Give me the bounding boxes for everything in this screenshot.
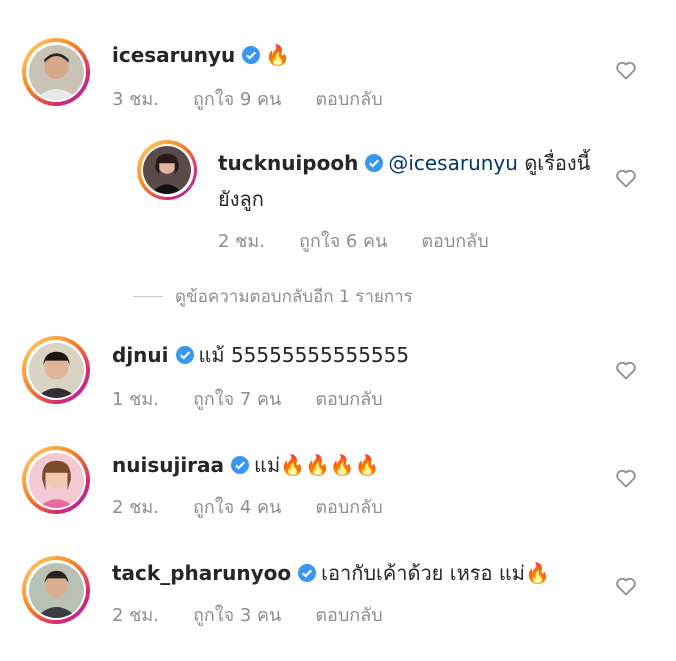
comment-meta: 2 ชม. ถูกใจ 3 คน ตอบกลับ — [112, 600, 417, 629]
comment-text: เอากับเค้าด้วย เหรอ แม่🔥 — [321, 561, 550, 585]
comment-line: djnui แม้ 55555555555555 — [112, 342, 409, 368]
avatar[interactable] — [22, 556, 90, 624]
avatar-photo — [28, 452, 84, 508]
verified-badge-icon — [175, 346, 194, 364]
comment-text: แม้ 55555555555555 — [198, 343, 410, 367]
avatar[interactable] — [137, 140, 197, 200]
view-replies-button[interactable]: ดูข้อความตอบกลับอีก 1 รายการ — [133, 283, 413, 310]
comment-meta: 2 ชม. ถูกใจ 6 คน ตอบกลับ — [218, 226, 523, 255]
heart-icon[interactable] — [614, 58, 638, 82]
comment-text-continued: ยังลูก — [218, 186, 264, 212]
avatar[interactable] — [22, 38, 90, 106]
reply-button[interactable]: ตอบกลับ — [315, 89, 382, 110]
comment-likes[interactable]: ถูกใจ 3 คน — [193, 605, 281, 626]
reply-button[interactable]: ตอบกลับ — [315, 605, 382, 626]
comment-time: 2 ชม. — [218, 231, 265, 252]
reply-button[interactable]: ตอบกลับ — [315, 389, 382, 410]
view-replies-label: ดูข้อความตอบกลับอีก 1 รายการ — [175, 287, 413, 307]
verified-badge-icon — [242, 46, 261, 64]
comment-line: nuisujiraa แม่🔥🔥🔥🔥 — [112, 452, 380, 478]
comment-text: แม่🔥🔥🔥🔥 — [254, 453, 380, 477]
comment-likes[interactable]: ถูกใจ 6 คน — [299, 231, 387, 252]
heart-icon[interactable] — [614, 358, 638, 382]
heart-icon[interactable] — [614, 166, 638, 190]
comment-line: tack_pharunyoo เอากับเค้าด้วย เหรอ แม่🔥 — [112, 560, 550, 586]
username[interactable]: tack_pharunyoo — [112, 561, 291, 585]
comment-time: 2 ชม. — [112, 605, 159, 626]
comment-meta: 2 ชม. ถูกใจ 4 คน ตอบกลับ — [112, 492, 417, 521]
divider — [133, 296, 163, 297]
avatar[interactable] — [22, 336, 90, 404]
avatar-photo — [28, 342, 84, 398]
avatar-photo — [143, 146, 191, 194]
comment-time: 3 ชม. — [112, 89, 159, 110]
heart-icon[interactable] — [614, 466, 638, 490]
username[interactable]: nuisujiraa — [112, 453, 224, 477]
comment-likes[interactable]: ถูกใจ 9 คน — [193, 89, 281, 110]
mention-link[interactable]: @icesarunyu — [388, 151, 518, 175]
comment-meta: 3 ชม. ถูกใจ 9 คน ตอบกลับ — [112, 84, 417, 113]
reply-button[interactable]: ตอบกลับ — [315, 497, 382, 518]
reply-button[interactable]: ตอบกลับ — [421, 231, 488, 252]
comment-text: ดูเรื่องนี้ — [524, 151, 591, 175]
verified-badge-icon — [231, 456, 250, 474]
heart-icon[interactable] — [614, 574, 638, 598]
avatar-photo — [28, 562, 84, 618]
username[interactable]: icesarunyu — [112, 43, 235, 67]
verified-badge-icon — [365, 154, 384, 172]
comment-line: icesarunyu 🔥 — [112, 42, 290, 68]
verified-badge-icon — [298, 564, 317, 582]
comment-text-line2: ยังลูก — [218, 187, 264, 211]
username[interactable]: djnui — [112, 343, 169, 367]
comment-line: tucknuipooh @icesarunyu ดูเรื่องนี้ — [218, 150, 590, 176]
comment-time: 1 ชม. — [112, 389, 159, 410]
comment-text: 🔥 — [265, 43, 291, 67]
comment-meta: 1 ชม. ถูกใจ 7 คน ตอบกลับ — [112, 384, 417, 413]
avatar[interactable] — [22, 446, 90, 514]
comment-time: 2 ชม. — [112, 497, 159, 518]
avatar-photo — [28, 44, 84, 100]
comment-likes[interactable]: ถูกใจ 4 คน — [193, 497, 281, 518]
username[interactable]: tucknuipooh — [218, 151, 358, 175]
comment-likes[interactable]: ถูกใจ 7 คน — [193, 389, 281, 410]
